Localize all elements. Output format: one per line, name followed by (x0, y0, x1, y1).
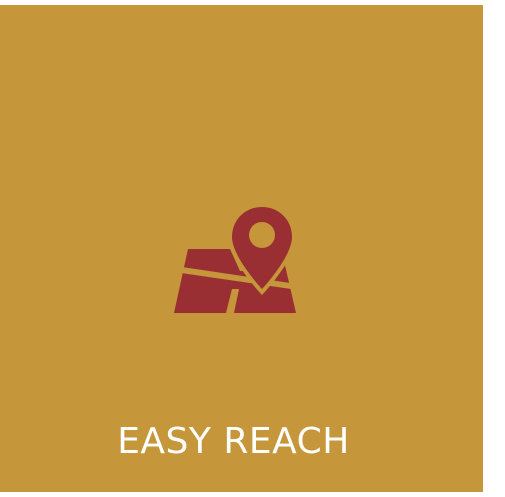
feature-tile: EASY REACH (0, 5, 483, 492)
map-location-pin-icon (174, 203, 296, 313)
feature-caption: EASY REACH (117, 421, 350, 462)
